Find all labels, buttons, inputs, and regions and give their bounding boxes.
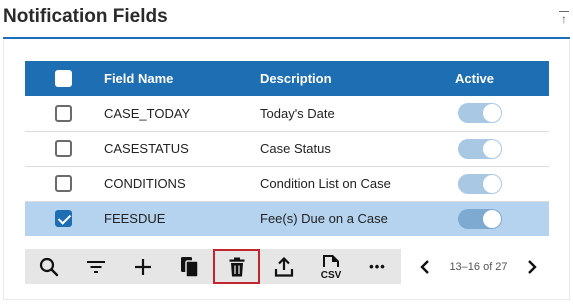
chevron-right-icon [528,259,537,274]
row-checkbox[interactable] [55,104,72,122]
notification-fields-table: Field Name Description Active CASE_TODAY… [25,61,549,236]
title-divider [3,37,570,39]
previous-page-button[interactable] [416,258,434,276]
active-toggle[interactable] [458,173,502,194]
csv-icon: CSV [320,254,341,280]
field-name-cell: CONDITIONS [104,176,186,191]
toggle-knob [483,174,501,193]
filter-icon [86,260,105,273]
row-checkbox-checked[interactable] [55,210,72,228]
table-row[interactable]: CASE_TODAY Today's Date [25,96,549,131]
page-range-label: 13–16 of 27 [449,260,508,273]
field-name-cell: FEESDUE [104,211,166,227]
search-icon [39,257,58,276]
delete-button[interactable] [213,249,260,284]
next-page-button[interactable] [523,258,541,276]
csv-export-button[interactable]: CSV [307,249,354,284]
toggle-knob [483,104,501,123]
copy-icon [180,256,199,278]
select-all-cell [25,61,104,96]
description-cell: Today's Date [260,105,335,121]
active-toggle[interactable] [458,138,502,159]
table-header-row: Field Name Description Active [25,61,549,96]
active-toggle[interactable] [458,103,502,124]
description-cell: Condition List on Case [260,176,391,191]
copy-button[interactable] [166,249,213,284]
grid-toolbar: CSV ••• [25,249,401,284]
table-row[interactable]: CONDITIONS Condition List on Case [25,166,549,201]
column-header-description[interactable]: Description [260,61,455,96]
field-name-cell: CASE_TODAY [104,105,191,121]
page-title: Notification Fields [3,6,168,27]
row-checkbox[interactable] [55,175,72,193]
column-header-active[interactable]: Active [455,61,549,96]
toggle-knob [483,209,501,228]
add-icon [134,258,151,275]
add-button[interactable] [119,249,166,284]
search-button[interactable] [25,249,72,284]
delete-icon [229,257,244,276]
field-name-cell: CASESTATUS [104,141,189,156]
toggle-knob [483,139,501,158]
export-icon [274,256,293,277]
pin-panel-icon[interactable]: ↑ [558,11,570,25]
filter-button[interactable] [72,249,119,284]
description-cell: Fee(s) Due on a Case [260,211,388,227]
more-actions-button[interactable]: ••• [354,249,401,284]
column-header-field-name[interactable]: Field Name [104,61,260,96]
more-icon: ••• [369,259,386,274]
select-all-checkbox[interactable] [55,70,72,88]
chevron-left-icon [420,259,429,274]
table-row[interactable]: CASESTATUS Case Status [25,131,549,166]
active-toggle[interactable] [458,208,502,229]
csv-icon-label: CSV [320,270,341,280]
export-button[interactable] [260,249,307,284]
description-cell: Case Status [260,141,331,156]
table-row-selected[interactable]: FEESDUE Fee(s) Due on a Case [25,201,549,236]
row-checkbox[interactable] [55,140,72,158]
pagination: 13–16 of 27 [408,249,549,284]
